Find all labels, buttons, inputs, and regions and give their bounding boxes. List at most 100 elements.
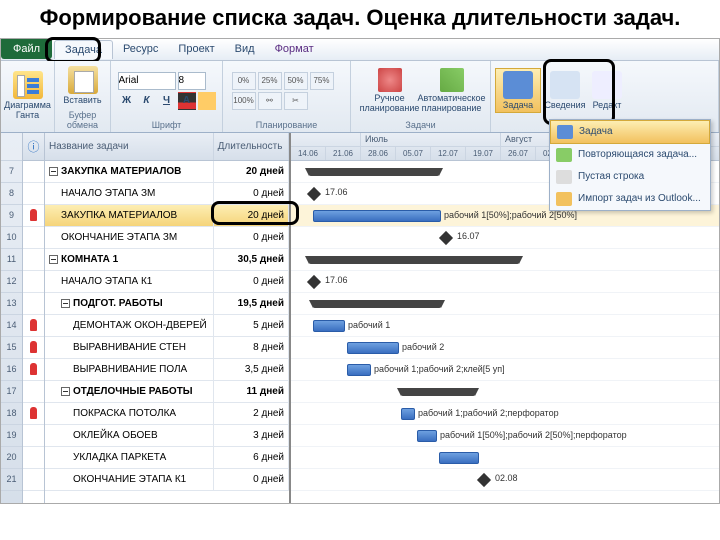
font-name-input[interactable] [118,72,176,90]
task-duration-cell[interactable]: 20 дней [214,205,289,226]
task-duration-cell[interactable]: 0 дней [214,271,289,292]
col-name-header[interactable]: Название задачи [45,133,214,160]
task-name-cell[interactable]: ПОКРАСКА ПОТОЛКА [45,403,214,424]
task-row[interactable]: ОТДЕЛОЧНЫЕ РАБОТЫ11 дней [45,381,289,403]
task-name-cell[interactable]: ОТДЕЛОЧНЫЕ РАБОТЫ [45,381,214,402]
dd-recurring[interactable]: Повторяющаяся задача... [550,144,710,166]
task-bar[interactable]: рабочий 1;рабочий 2;клей[5 уп] [347,364,371,376]
tab-format[interactable]: Формат [265,40,324,58]
row-number[interactable]: 11 [1,249,22,271]
task-row[interactable]: УКЛАДКА ПАРКЕТА6 дней [45,447,289,469]
dd-import[interactable]: Импорт задач из Outlook... [550,188,710,210]
task-bar[interactable] [439,452,479,464]
task-row[interactable]: ЗАКУПКА МАТЕРИАЛОВ20 дней [45,161,289,183]
task-bar[interactable]: рабочий 1 [313,320,345,332]
task-duration-cell[interactable]: 2 дней [214,403,289,424]
task-duration-cell[interactable]: 6 дней [214,447,289,468]
task-duration-cell[interactable]: 11 дней [214,381,289,402]
milestone[interactable] [477,472,491,486]
tab-resource[interactable]: Ресурс [113,40,168,58]
task-bar[interactable]: рабочий 1;рабочий 2;перфоратор [401,408,415,420]
outline-toggle[interactable] [49,167,58,176]
link-button[interactable]: ⚯ [258,92,282,110]
row-number[interactable]: 10 [1,227,22,249]
paste-button[interactable]: Вставить [61,66,105,106]
font-size-input[interactable] [178,72,206,90]
task-row[interactable]: ОКОНЧАНИЕ ЭТАПА К10 дней [45,469,289,491]
task-name-cell[interactable]: ВЫРАВНИВАНИЕ СТЕН [45,337,214,358]
row-number[interactable]: 18 [1,403,22,425]
task-bar[interactable]: рабочий 1[50%];рабочий 2[50%] [313,210,441,222]
task-name-cell[interactable]: НАЧАЛО ЭТАПА К1 [45,271,214,292]
summary-bar[interactable] [401,388,475,396]
row-number[interactable]: 13 [1,293,22,315]
outline-toggle[interactable] [61,299,70,308]
gantt-chart-button[interactable]: Диаграмма Ганта [6,71,50,121]
gantt-row[interactable]: 02.08 [291,469,719,491]
dd-task[interactable]: Задача [550,120,710,144]
task-row[interactable]: ЗАКУПКА МАТЕРИАЛОВ20 дней [45,205,289,227]
tab-task[interactable]: Задача [54,40,113,59]
task-row[interactable]: ПОКРАСКА ПОТОЛКА2 дней [45,403,289,425]
gantt-row[interactable]: рабочий 1;рабочий 2;перфоратор [291,403,719,425]
gantt-row[interactable]: рабочий 1 [291,315,719,337]
summary-bar[interactable] [309,168,439,176]
row-number[interactable]: 12 [1,271,22,293]
row-number[interactable]: 7 [1,161,22,183]
insert-task-button[interactable]: Задача [498,71,538,111]
task-duration-cell[interactable]: 3,5 дней [214,359,289,380]
underline-button[interactable]: Ч [158,92,176,110]
gantt-row[interactable]: 16.07 [291,227,719,249]
row-number[interactable]: 19 [1,425,22,447]
gantt-row[interactable] [291,249,719,271]
unlink-button[interactable]: ✂ [284,92,308,110]
task-name-cell[interactable]: ВЫРАВНИВАНИЕ ПОЛА [45,359,214,380]
task-row[interactable]: НАЧАЛО ЭТАПА К10 дней [45,271,289,293]
outline-toggle[interactable] [61,387,70,396]
gantt-row[interactable] [291,293,719,315]
edit-button[interactable]: Редакт [589,71,625,111]
task-row[interactable]: НАЧАЛО ЭТАПА ЗМ0 дней [45,183,289,205]
task-row[interactable]: ДЕМОНТАЖ ОКОН-ДВЕРЕЙ5 дней [45,315,289,337]
task-name-cell[interactable]: ДЕМОНТАЖ ОКОН-ДВЕРЕЙ [45,315,214,336]
row-number[interactable]: 21 [1,469,22,491]
row-number[interactable]: 15 [1,337,22,359]
auto-schedule-button[interactable]: Автоматическое планирование [422,68,482,113]
task-row[interactable]: ОКОНЧАНИЕ ЭТАПА ЗМ0 дней [45,227,289,249]
font-color-button[interactable]: A [178,92,196,110]
pct-0-button[interactable]: 0% [232,72,256,90]
gantt-row[interactable] [291,447,719,469]
task-name-cell[interactable]: ПОДГОТ. РАБОТЫ [45,293,214,314]
summary-bar[interactable] [313,300,441,308]
gantt-row[interactable] [291,381,719,403]
milestone[interactable] [307,186,321,200]
task-name-cell[interactable]: НАЧАЛО ЭТАПА ЗМ [45,183,214,204]
dd-blank[interactable]: Пустая строка [550,166,710,188]
task-name-cell[interactable]: УКЛАДКА ПАРКЕТА [45,447,214,468]
task-row[interactable]: ВЫРАВНИВАНИЕ СТЕН8 дней [45,337,289,359]
task-duration-cell[interactable]: 20 дней [214,161,289,182]
task-duration-cell[interactable]: 0 дней [214,227,289,248]
italic-button[interactable]: К [138,92,156,110]
pct-50-button[interactable]: 50% [284,72,308,90]
task-name-cell[interactable]: ОКОНЧАНИЕ ЭТАПА К1 [45,469,214,490]
row-number[interactable]: 9 [1,205,22,227]
outline-toggle[interactable] [49,255,58,264]
pct-100-button[interactable]: 100% [232,92,256,110]
task-row[interactable]: КОМНАТА 130,5 дней [45,249,289,271]
task-name-cell[interactable]: КОМНАТА 1 [45,249,214,270]
tab-view[interactable]: Вид [225,40,265,58]
manual-schedule-button[interactable]: Ручное планирование [360,68,420,113]
row-number[interactable]: 20 [1,447,22,469]
task-name-cell[interactable]: ОКОНЧАНИЕ ЭТАПА ЗМ [45,227,214,248]
bold-button[interactable]: Ж [118,92,136,110]
task-duration-cell[interactable]: 19,5 дней [214,293,289,314]
col-duration-header[interactable]: Длительность [214,133,289,160]
task-duration-cell[interactable]: 0 дней [214,469,289,490]
gantt-row[interactable]: рабочий 1[50%];рабочий 2[50%];перфоратор [291,425,719,447]
milestone[interactable] [307,274,321,288]
task-duration-cell[interactable]: 5 дней [214,315,289,336]
task-bar[interactable]: рабочий 2 [347,342,399,354]
task-row[interactable]: ВЫРАВНИВАНИЕ ПОЛА3,5 дней [45,359,289,381]
summary-bar[interactable] [309,256,519,264]
